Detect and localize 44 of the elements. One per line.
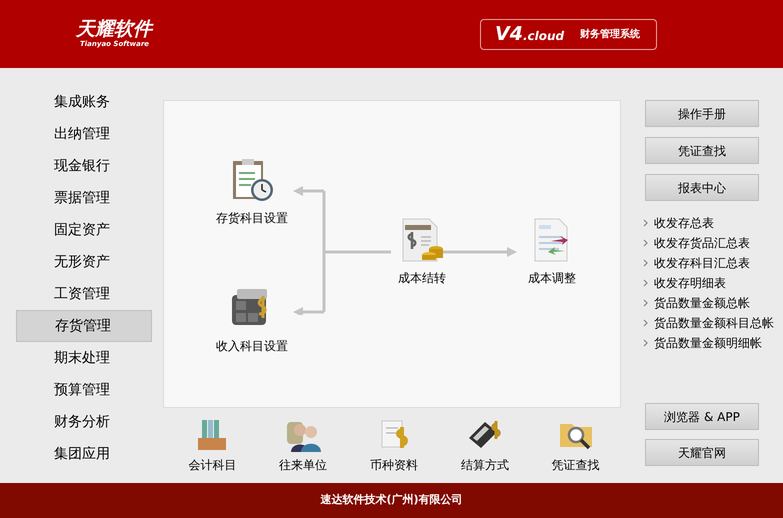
sidebar-item[interactable]: 无形资产 xyxy=(16,246,152,278)
sidebar-item[interactable]: 集成账务 xyxy=(16,86,152,118)
side-action-button[interactable]: 报表中心 xyxy=(645,174,759,201)
chevron-icon xyxy=(643,319,648,327)
shortcut-button[interactable]: 往来单位 xyxy=(258,418,349,474)
diagram-node-label[interactable]: 存货科目设置 xyxy=(216,209,288,227)
chevron-icon xyxy=(643,279,648,287)
sidebar-item[interactable]: 固定资产 xyxy=(16,214,152,246)
diagram-node-label[interactable]: 成本调整 xyxy=(528,269,576,287)
report-link[interactable]: 收发存总表 xyxy=(643,213,783,233)
report-link[interactable]: 收发存明细表 xyxy=(643,273,783,293)
shortcut-button[interactable]: 凭证查找 xyxy=(530,418,621,474)
sidebar-item[interactable]: 集团应用 xyxy=(16,438,152,470)
diagram-node-label[interactable]: 成本结转 xyxy=(398,269,446,287)
chevron-icon xyxy=(643,299,648,307)
sidebar-item[interactable]: 财务分析 xyxy=(16,406,152,438)
side-action-button[interactable]: 天耀官网 xyxy=(645,439,759,466)
sidebar-item[interactable]: 票据管理 xyxy=(16,182,152,214)
side-action-button[interactable]: 操作手册 xyxy=(645,100,759,127)
side-action-button[interactable]: 浏览器 & APP xyxy=(645,403,759,430)
product-name: 财务管理系统 xyxy=(580,28,640,42)
sidebar-item[interactable]: 出纳管理 xyxy=(16,118,152,150)
diagram-node-label[interactable]: 收入科目设置 xyxy=(216,337,288,355)
sidebar-item[interactable]: 存货管理 xyxy=(16,310,152,342)
shortcut-button[interactable]: 会计科目 xyxy=(167,418,258,474)
report-link[interactable]: 收发存货品汇总表 xyxy=(643,233,783,253)
report-link[interactable]: 货品数量金额总帐 xyxy=(643,293,783,313)
sidebar-item[interactable]: 工资管理 xyxy=(16,278,152,310)
sidebar-item[interactable]: 期末处理 xyxy=(16,342,152,374)
chevron-icon xyxy=(643,259,648,267)
sidebar-item[interactable]: 现金银行 xyxy=(16,150,152,182)
chevron-icon xyxy=(643,239,648,247)
logo-text: 天耀软件 xyxy=(76,20,152,39)
version-label: V4.cloud xyxy=(495,24,564,44)
shortcut-button[interactable]: 币种资料 xyxy=(348,418,440,474)
sidebar-item[interactable]: 预算管理 xyxy=(16,374,152,406)
shortcut-button[interactable]: 结算方式 xyxy=(439,418,530,474)
chevron-icon xyxy=(643,339,648,347)
report-link[interactable]: 货品数量金额明细帐 xyxy=(643,333,783,353)
side-action-button[interactable]: 凭证查找 xyxy=(645,137,759,164)
chevron-icon xyxy=(643,219,648,227)
report-link[interactable]: 货品数量金额科目总帐 xyxy=(643,313,783,333)
report-link[interactable]: 收发存科目汇总表 xyxy=(643,253,783,273)
company-name: 速达软件技术(广州)有限公司 xyxy=(320,492,463,508)
